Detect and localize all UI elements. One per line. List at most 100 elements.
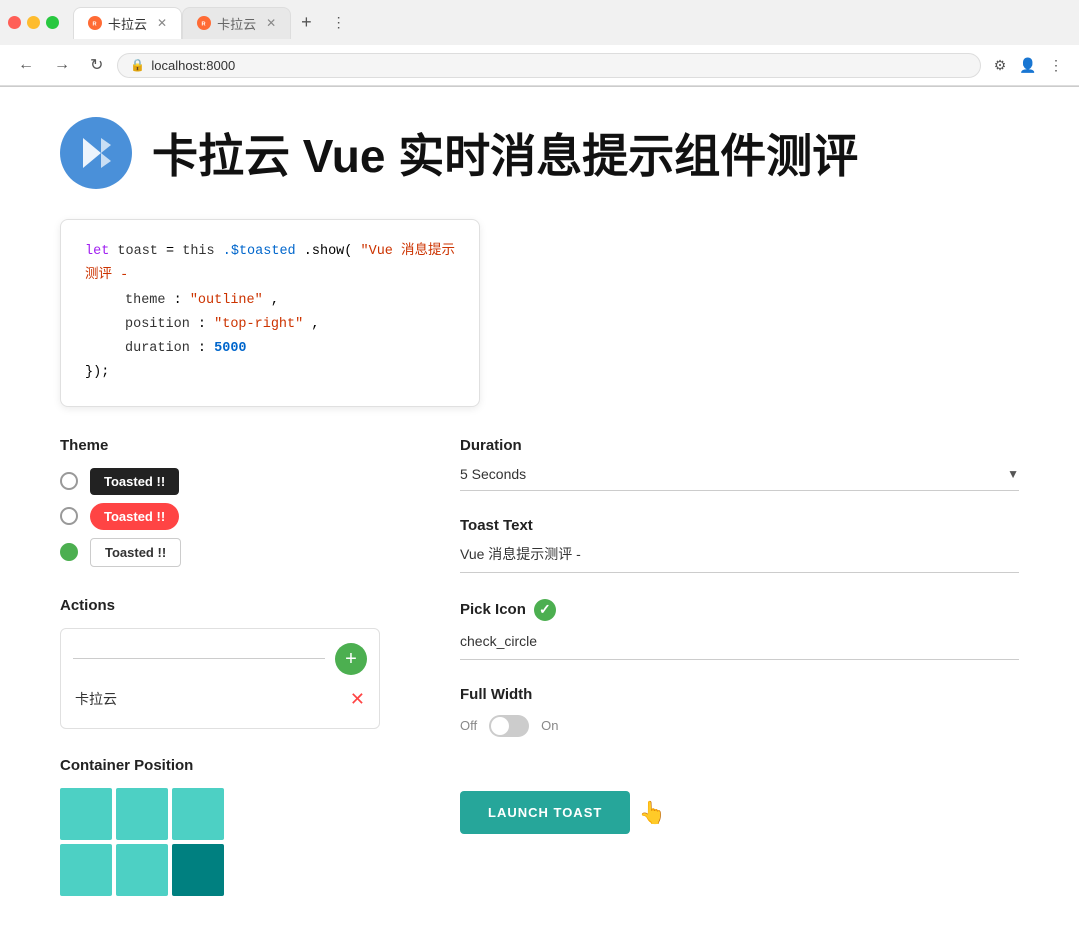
tab-label-1: 卡拉云 (108, 14, 147, 33)
theme-radio-dark[interactable]: Toasted !! (60, 468, 380, 495)
code-prop-duration: duration (125, 341, 190, 356)
action-add-row: + (73, 643, 367, 675)
browser-tab-1[interactable]: R 卡拉云 ✕ (73, 7, 182, 39)
code-eq: = (166, 244, 182, 259)
page-title: 卡拉云 Vue 实时消息提示组件测评 (152, 120, 858, 186)
extensions-icon[interactable]: ⚙ (989, 54, 1011, 76)
full-width-section: Full Width Off On (460, 686, 1019, 737)
code-colon-1: : (174, 293, 190, 308)
reload-button[interactable]: ↻ (84, 51, 109, 79)
toast-badge-outline: Toasted !! (90, 538, 181, 567)
pos-top-left[interactable] (60, 788, 112, 840)
code-comma-1: , (271, 293, 279, 308)
icon-input[interactable] (460, 633, 1019, 649)
code-toasted: .$toasted (223, 244, 296, 259)
icon-input-row (460, 633, 1019, 660)
tab-close-1[interactable]: ✕ (157, 16, 167, 30)
toast-text-input[interactable] (460, 546, 1019, 562)
address-bar[interactable]: 🔒 localhost:8000 (117, 53, 981, 78)
svg-text:R: R (202, 22, 206, 28)
code-kw-let: let (85, 244, 117, 259)
left-column: Theme Toasted !! Toasted !! Toasted !! A… (60, 437, 380, 896)
pos-bottom-right[interactable] (172, 844, 224, 896)
more-options-icon[interactable]: ⋮ (1045, 54, 1067, 76)
toast-badge-orange: Toasted !! (90, 503, 179, 530)
launch-toast-button[interactable]: LAUNCH TOAST (460, 791, 630, 834)
tab-label-2: 卡拉云 (217, 14, 256, 33)
tab-favicon-2: R (197, 16, 211, 30)
toggle-row: Off On (460, 715, 1019, 737)
pick-icon-section: Pick Icon ✓ (460, 599, 1019, 660)
pick-icon-label: Pick Icon ✓ (460, 599, 1019, 621)
select-arrow-icon: ▼ (1007, 467, 1019, 481)
back-button[interactable]: ← (12, 52, 40, 78)
actions-label: Actions (60, 597, 380, 614)
action-line (73, 658, 325, 659)
page-content: 卡拉云 Vue 实时消息提示组件测评 let toast = this .$to… (0, 87, 1079, 926)
pick-icon-text: Pick Icon (460, 601, 526, 618)
code-str-outline: "outline" (190, 293, 263, 308)
forward-button[interactable]: → (48, 52, 76, 78)
position-grid (60, 788, 380, 896)
code-line-1: let toast = this .$toasted .show( "Vue 消… (85, 240, 455, 289)
position-section: Container Position (60, 757, 380, 896)
tab-more-button[interactable]: ⋮ (322, 8, 356, 37)
duration-section: Duration 1 Seconds 2 Seconds 3 Seconds 4… (460, 437, 1019, 491)
minimize-button[interactable] (27, 16, 40, 29)
pos-bottom-center[interactable] (116, 844, 168, 896)
add-action-button[interactable]: + (335, 643, 367, 675)
pos-top-right[interactable] (172, 788, 224, 840)
main-layout: Theme Toasted !! Toasted !! Toasted !! A… (60, 437, 1019, 896)
close-button[interactable] (8, 16, 21, 29)
toggle-thumb (491, 717, 509, 735)
duration-select[interactable]: 1 Seconds 2 Seconds 3 Seconds 4 Seconds … (460, 466, 1007, 482)
check-circle-icon: ✓ (534, 599, 556, 621)
code-line-5: }); (85, 361, 455, 385)
tab-close-2[interactable]: ✕ (266, 16, 276, 30)
radio-dark[interactable] (60, 472, 78, 490)
theme-label: Theme (60, 437, 380, 454)
code-colon-2: : (198, 317, 214, 332)
position-label: Container Position (60, 757, 380, 774)
duration-label: Duration (460, 437, 1019, 454)
toast-text-row (460, 546, 1019, 573)
code-str-position: "top-right" (214, 317, 303, 332)
pos-bottom-left[interactable] (60, 844, 112, 896)
code-block: let toast = this .$toasted .show( "Vue 消… (60, 219, 480, 407)
nav-actions: ⚙ 👤 ⋮ (989, 54, 1067, 76)
address-text: localhost:8000 (151, 58, 235, 73)
action-item-1: 卡拉云 ✕ (73, 685, 367, 714)
page-header: 卡拉云 Vue 实时消息提示组件测评 (60, 117, 1019, 189)
code-line-4: duration : 5000 (85, 337, 455, 361)
browser-tab-2[interactable]: R 卡拉云 ✕ (182, 7, 291, 39)
right-column: Duration 1 Seconds 2 Seconds 3 Seconds 4… (460, 437, 1019, 896)
actions-box: + 卡拉云 ✕ (60, 628, 380, 729)
action-item-text: 卡拉云 (75, 689, 117, 709)
theme-radio-outline[interactable]: Toasted !! (60, 538, 380, 567)
radio-orange[interactable] (60, 507, 78, 525)
window-controls (8, 16, 59, 29)
address-icon: 🔒 (130, 58, 145, 72)
theme-radio-orange[interactable]: Toasted !! (60, 503, 380, 530)
new-tab-button[interactable]: + (291, 6, 322, 39)
code-prop-theme: theme (125, 293, 166, 308)
tabs-row: R 卡拉云 ✕ R 卡拉云 ✕ + ⋮ (73, 6, 356, 39)
theme-section: Theme Toasted !! Toasted !! Toasted !! (60, 437, 380, 567)
code-line-2: theme : "outline" , (85, 289, 455, 313)
title-bar: R 卡拉云 ✕ R 卡拉云 ✕ + ⋮ (0, 0, 1079, 45)
toast-text-section: Toast Text (460, 517, 1019, 573)
pos-top-center[interactable] (116, 788, 168, 840)
cursor-icon: 👆 (639, 800, 666, 826)
toast-text-label: Toast Text (460, 517, 1019, 534)
profile-icon[interactable]: 👤 (1017, 54, 1039, 76)
toast-badge-dark: Toasted !! (90, 468, 179, 495)
full-width-toggle[interactable] (489, 715, 529, 737)
launch-row: LAUNCH TOAST 👆 (460, 763, 1019, 834)
code-show: .show( (304, 244, 353, 259)
delete-action-button[interactable]: ✕ (350, 689, 365, 710)
maximize-button[interactable] (46, 16, 59, 29)
radio-outline[interactable] (60, 543, 78, 561)
nav-bar: ← → ↻ 🔒 localhost:8000 ⚙ 👤 ⋮ (0, 45, 1079, 86)
header-logo (60, 117, 132, 189)
code-comma-2: , (311, 317, 319, 332)
